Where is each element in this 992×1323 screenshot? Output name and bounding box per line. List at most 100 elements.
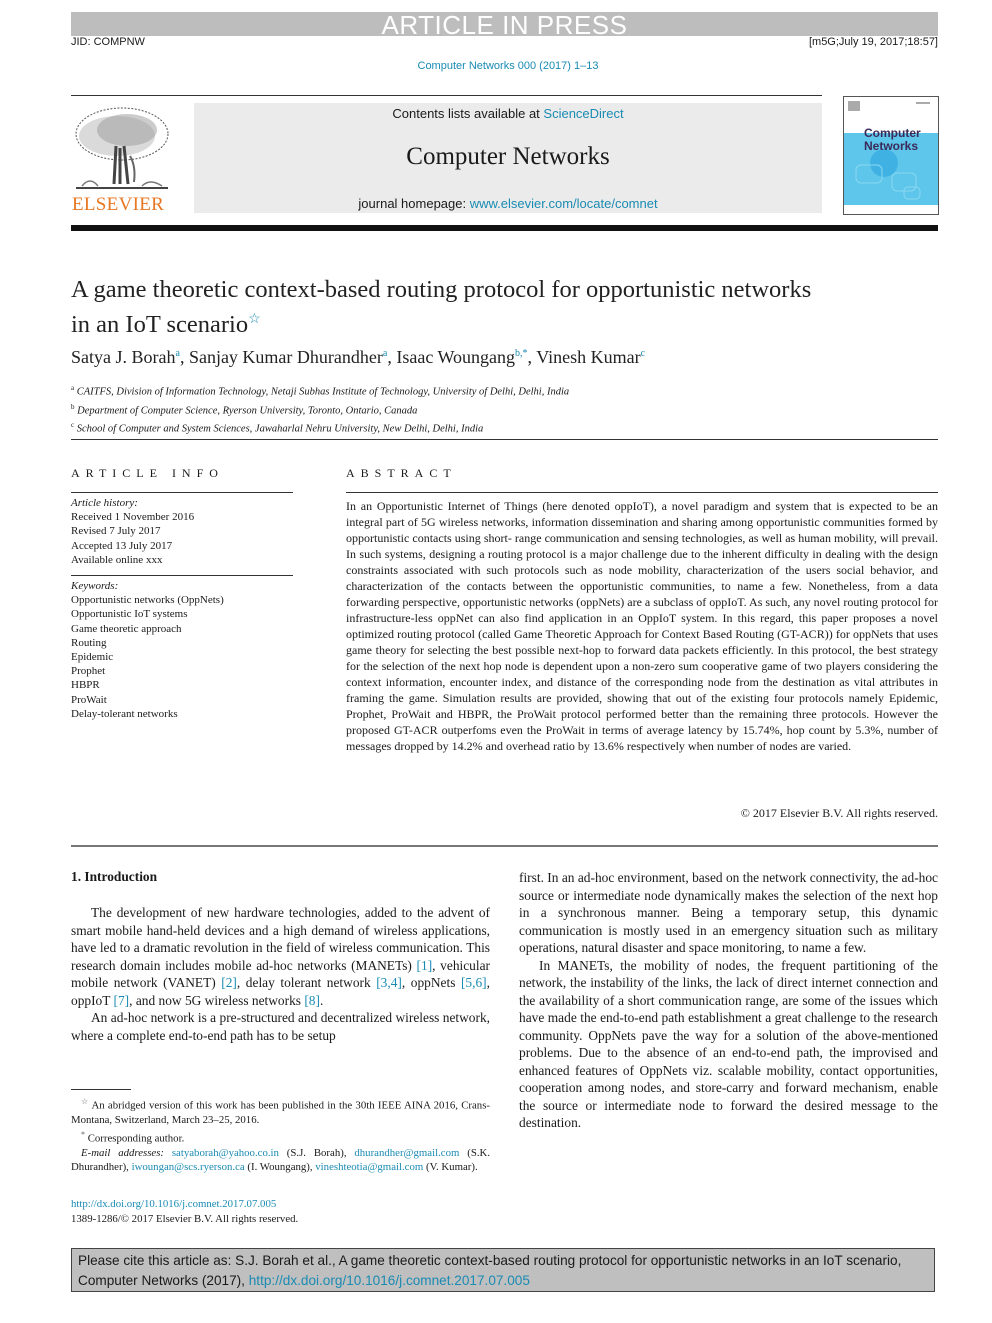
homepage-prefix: journal homepage: bbox=[358, 196, 470, 211]
article-in-press-banner: ARTICLE IN PRESS bbox=[71, 12, 938, 38]
citation-link[interactable]: [7] bbox=[114, 993, 130, 1008]
body-column-left: The development of new hardware technolo… bbox=[71, 904, 490, 1044]
text: , oppNets bbox=[401, 975, 461, 990]
keyword: Prophet bbox=[71, 665, 106, 678]
affil-marker: b bbox=[71, 402, 75, 411]
citation-link[interactable]: [5,6] bbox=[461, 975, 487, 990]
footnote-rule bbox=[71, 1089, 131, 1090]
divider bbox=[71, 439, 938, 440]
keywords-label: Keywords: bbox=[71, 580, 119, 592]
cover-title-line1: Computer bbox=[864, 126, 921, 140]
footnote-emails: E-mail addresses: satyaborah@yahoo.co.in… bbox=[71, 1146, 491, 1174]
sciencedirect-link[interactable]: ScienceDirect bbox=[543, 106, 623, 121]
doi-link[interactable]: http://dx.doi.org/10.1016/j.comnet.2017.… bbox=[71, 1198, 276, 1210]
footnote-text: Corresponding author. bbox=[87, 1132, 185, 1145]
history-item: Available online xxx bbox=[71, 553, 163, 566]
citation-link[interactable]: [2] bbox=[221, 975, 237, 990]
divider bbox=[71, 845, 938, 847]
author-name[interactable]: Satya J. Borah bbox=[71, 347, 175, 367]
footnotes: ☆ An abridged version of this work has b… bbox=[71, 1095, 490, 1175]
elsevier-tree-icon bbox=[75, 107, 169, 189]
section-heading-introduction: 1. Introduction bbox=[71, 869, 158, 884]
email-owner: (V. Kumar). bbox=[425, 1161, 478, 1174]
abstract-heading: ABSTRACT bbox=[346, 466, 457, 480]
journal-homepage-link[interactable]: www.elsevier.com/locate/comnet bbox=[470, 196, 658, 211]
divider bbox=[71, 492, 293, 493]
affiliations: a CAITFS, Division of Information Techno… bbox=[71, 381, 569, 437]
build-stamp: [m5G;July 19, 2017;18:57] bbox=[808, 36, 938, 48]
cite-doi-link[interactable]: http://dx.doi.org/10.1016/j.comnet.2017.… bbox=[249, 1273, 530, 1288]
author-name[interactable]: Isaac Woungang bbox=[396, 347, 515, 367]
author-affil-marker[interactable]: a bbox=[383, 348, 387, 359]
affil-marker: c bbox=[71, 421, 75, 429]
text: . bbox=[319, 992, 324, 1008]
text: , and now 5G wireless networks bbox=[129, 992, 305, 1008]
footnote-symbol: * bbox=[81, 1129, 85, 1139]
footnote-star: ☆ An abridged version of this work has b… bbox=[71, 1095, 490, 1128]
cover-title-line2: Networks bbox=[864, 139, 919, 153]
contents-prefix: Contents lists available at bbox=[392, 106, 544, 121]
homepage-line: journal homepage: www.elsevier.com/locat… bbox=[194, 196, 822, 211]
contents-line: Contents lists available at ScienceDirec… bbox=[194, 106, 822, 121]
citation-link[interactable]: [3,4] bbox=[376, 975, 402, 990]
title-footnote-star[interactable]: ☆ bbox=[248, 312, 261, 327]
issn-line: 1389-1286/© 2017 Elsevier B.V. All right… bbox=[71, 1213, 299, 1225]
footnote-corresponding: * Corresponding author. bbox=[71, 1128, 490, 1146]
paragraph: In MANETs, the mobility of nodes, the fr… bbox=[519, 957, 938, 1131]
journal-cover-thumbnail[interactable]: Computer Networks bbox=[843, 96, 939, 215]
elsevier-logo[interactable]: ELSEVIER bbox=[68, 104, 174, 216]
article-info-heading: ARTICLE INFO bbox=[71, 466, 224, 480]
author-affil-marker[interactable]: b,* bbox=[515, 348, 528, 359]
footnote-text: An abridged version of this work has bee… bbox=[71, 1099, 491, 1127]
affiliation: a CAITFS, Division of Information Techno… bbox=[71, 381, 569, 400]
affiliation: b Department of Computer Science, Ryerso… bbox=[71, 400, 569, 419]
abstract-text: In an Opportunistic Internet of Things (… bbox=[346, 499, 938, 753]
keyword: Epidemic bbox=[71, 651, 114, 664]
email-owner: (I. Woungang) bbox=[247, 1161, 310, 1174]
body-column-right: first. In an ad-hoc environment, based o… bbox=[519, 869, 938, 1132]
affiliation: c School of Computer and System Sciences… bbox=[71, 418, 569, 437]
journal-masthead: Contents lists available at ScienceDirec… bbox=[194, 103, 822, 213]
keywords: Keywords: Opportunistic networks (OppNet… bbox=[71, 579, 224, 721]
keyword: Game theoretic approach bbox=[71, 622, 182, 635]
author-affil-marker[interactable]: c bbox=[641, 348, 645, 359]
journal-id: JID: COMPNW bbox=[71, 36, 145, 48]
paragraph: The development of new hardware technolo… bbox=[71, 904, 490, 1009]
citation-link[interactable]: [8] bbox=[304, 993, 320, 1008]
keyword: Opportunistic IoT systems bbox=[71, 608, 188, 621]
cover-title: Computer Networks bbox=[864, 127, 921, 153]
masthead-thick-rule bbox=[71, 225, 938, 231]
cover-publisher-mark bbox=[848, 101, 860, 111]
email-link[interactable]: iwoungan@scs.ryerson.ca bbox=[132, 1161, 245, 1173]
affil-text: CAITFS, Division of Information Technolo… bbox=[76, 386, 570, 398]
article-history: Article history: Received 1 November 201… bbox=[71, 496, 194, 567]
author-list: Satya J. Boraha, Sanjay Kumar Dhurandher… bbox=[71, 347, 646, 367]
history-item: Accepted 13 July 2017 bbox=[71, 539, 173, 552]
email-link[interactable]: satyaborah@yahoo.co.in bbox=[172, 1147, 279, 1159]
keyword: HBPR bbox=[71, 679, 100, 692]
author-name[interactable]: Vinesh Kumar bbox=[536, 347, 640, 367]
cover-issue-mark bbox=[916, 102, 930, 104]
email-owner: (S.J. Borah) bbox=[286, 1146, 344, 1159]
author-affil-marker[interactable]: a bbox=[175, 348, 179, 359]
keyword: Routing bbox=[71, 636, 107, 649]
email-link[interactable]: vineshteotia@gmail.com bbox=[315, 1161, 423, 1173]
article-title: A game theoretic context-based routing p… bbox=[71, 275, 831, 340]
author-name[interactable]: Sanjay Kumar Dhurandher bbox=[189, 347, 383, 367]
email-label: E-mail addresses: bbox=[81, 1146, 165, 1159]
divider bbox=[71, 575, 293, 576]
copyright: © 2017 Elsevier B.V. All rights reserved… bbox=[740, 806, 938, 820]
affil-marker: a bbox=[71, 384, 75, 392]
journal-title: Computer Networks bbox=[406, 143, 610, 170]
keyword: Delay-tolerant networks bbox=[71, 707, 178, 720]
email-link[interactable]: dhurandher@gmail.com bbox=[354, 1147, 459, 1159]
keyword: ProWait bbox=[71, 693, 107, 706]
article-title-text: A game theoretic context-based routing p… bbox=[71, 276, 812, 339]
citation-link[interactable]: [1] bbox=[417, 958, 433, 973]
footnote-symbol: ☆ bbox=[81, 1097, 89, 1106]
text: , delay tolerant network bbox=[236, 975, 377, 990]
keyword: Opportunistic networks (OppNets) bbox=[71, 594, 224, 607]
masthead-rule bbox=[71, 95, 822, 96]
journal-citation-link[interactable]: Computer Networks 000 (2017) 1–13 bbox=[0, 60, 992, 72]
elsevier-wordmark: ELSEVIER bbox=[72, 194, 165, 215]
